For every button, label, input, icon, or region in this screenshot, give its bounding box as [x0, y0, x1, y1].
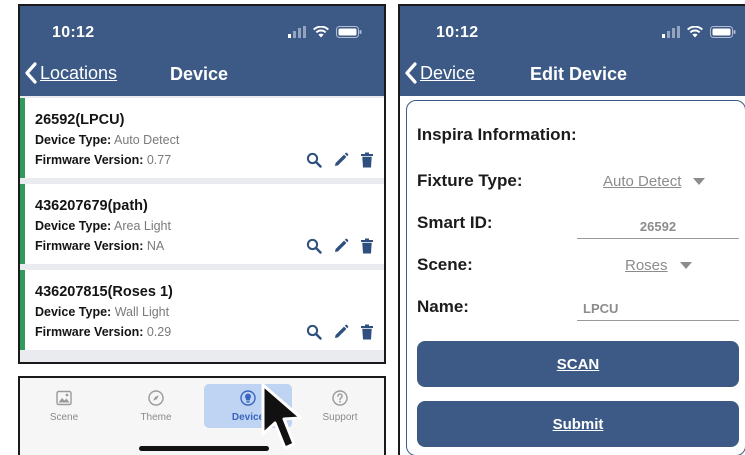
device-name: 436207815(Roses 1) — [35, 284, 173, 300]
tab-label: Scene — [49, 412, 79, 423]
back-label: Locations — [40, 62, 118, 83]
back-label: Device — [420, 62, 476, 83]
device-type-value: Wall Light — [114, 305, 170, 319]
smart-id-field[interactable]: 26592 — [577, 219, 739, 239]
device-type-label: Device Type: — [35, 133, 112, 147]
device-actions — [306, 238, 374, 254]
battery-icon — [710, 26, 736, 38]
wifi-icon — [687, 26, 703, 38]
device-type-row: Device Type: Area Light — [35, 219, 171, 233]
tab-theme[interactable]: Theme — [112, 384, 200, 428]
smart-id-label: Smart ID: — [417, 213, 493, 232]
image-icon — [56, 390, 72, 406]
page-title: Device — [170, 64, 229, 84]
caret-down-icon — [679, 261, 692, 269]
page-title: Edit Device — [530, 64, 628, 84]
tab-label: Theme — [140, 412, 172, 423]
tab-scene[interactable]: Scene — [20, 384, 108, 428]
device-type-value: Area Light — [114, 219, 171, 233]
status-bar: 10:12 — [400, 6, 745, 56]
search-icon[interactable] — [306, 152, 322, 168]
name-field[interactable]: LPCU — [577, 301, 739, 321]
system-icons — [662, 26, 736, 38]
device-card[interactable]: 26592(LPCU) Device Type: Auto Detect Fir… — [20, 98, 384, 178]
firmware-value: NA — [146, 239, 165, 253]
scan-button[interactable]: SCAN — [417, 341, 739, 387]
delete-trash-icon[interactable] — [360, 238, 374, 254]
system-icons — [288, 26, 362, 38]
wifi-icon — [313, 26, 329, 38]
mouse-pointer-icon — [261, 383, 303, 450]
device-card[interactable]: 436207815(Roses 1) Device Type: Wall Lig… — [20, 270, 384, 350]
chevron-left-icon — [405, 62, 417, 84]
status-time: 10:12 — [436, 24, 479, 41]
device-actions — [306, 324, 374, 340]
device-card[interactable]: 436207679(path) Device Type: Area Light … — [20, 184, 384, 264]
scene-dropdown[interactable]: Roses — [625, 257, 692, 274]
search-icon[interactable] — [306, 238, 322, 254]
device-type-value: Auto Detect — [114, 133, 180, 147]
device-list: 26592(LPCU) Device Type: Auto Detect Fir… — [20, 98, 384, 356]
edit-pencil-icon[interactable] — [333, 238, 349, 254]
edit-pencil-icon[interactable] — [333, 324, 349, 340]
edit-device-screen: 10:12 Device Edit Device Inspira Informa… — [398, 4, 745, 455]
battery-icon — [336, 26, 362, 38]
help-icon — [332, 390, 348, 406]
bulb-icon — [240, 390, 256, 406]
scene-label: Scene: — [417, 255, 473, 274]
search-icon[interactable] — [306, 324, 322, 340]
back-to-locations-button[interactable]: Locations — [24, 62, 117, 84]
firmware-label: Firmware Version: — [35, 239, 144, 253]
device-name: 26592(LPCU) — [35, 112, 125, 128]
device-name: 436207679(path) — [35, 198, 148, 214]
firmware-row: Firmware Version: NA — [35, 239, 164, 253]
firmware-label: Firmware Version: — [35, 153, 144, 167]
device-form-panel: Inspira Information: Fixture Type: Auto … — [406, 100, 745, 455]
status-bar: 10:12 — [20, 6, 384, 56]
back-to-device-button[interactable]: Device — [404, 62, 475, 84]
device-actions — [306, 152, 374, 168]
caret-down-icon — [693, 177, 706, 185]
firmware-row: Firmware Version: 0.29 — [35, 325, 171, 339]
submit-button[interactable]: Submit — [417, 401, 739, 447]
nav-bar: Device Edit Device — [400, 56, 745, 96]
fixture-type-label: Fixture Type: — [417, 171, 523, 190]
device-type-label: Device Type: — [35, 219, 112, 233]
device-type-row: Device Type: Wall Light — [35, 305, 169, 319]
status-time: 10:12 — [52, 24, 95, 41]
compass-icon — [148, 390, 164, 406]
delete-trash-icon[interactable] — [360, 152, 374, 168]
firmware-row: Firmware Version: 0.77 — [35, 153, 171, 167]
home-indicator — [139, 446, 269, 451]
edit-pencil-icon[interactable] — [333, 152, 349, 168]
delete-trash-icon[interactable] — [360, 324, 374, 340]
chevron-left-icon — [25, 62, 37, 84]
signal-icon — [662, 26, 680, 38]
firmware-value: 0.77 — [146, 153, 172, 167]
bottom-tab-bar: Scene Theme Device Support — [18, 376, 386, 455]
device-type-row: Device Type: Auto Detect — [35, 133, 179, 147]
fixture-type-value: Auto Detect — [603, 173, 682, 190]
name-label: Name: — [417, 297, 469, 316]
firmware-value: 0.29 — [146, 325, 172, 339]
section-heading: Inspira Information: — [417, 125, 577, 144]
device-type-label: Device Type: — [35, 305, 112, 319]
device-list-screen: 10:12 Locations Device 26592(LPCU) Devic… — [18, 4, 386, 364]
firmware-label: Firmware Version: — [35, 325, 144, 339]
scene-value: Roses — [625, 257, 668, 274]
fixture-type-dropdown[interactable]: Auto Detect — [603, 173, 706, 190]
signal-icon — [288, 26, 306, 38]
nav-bar: Locations Device — [20, 56, 384, 96]
